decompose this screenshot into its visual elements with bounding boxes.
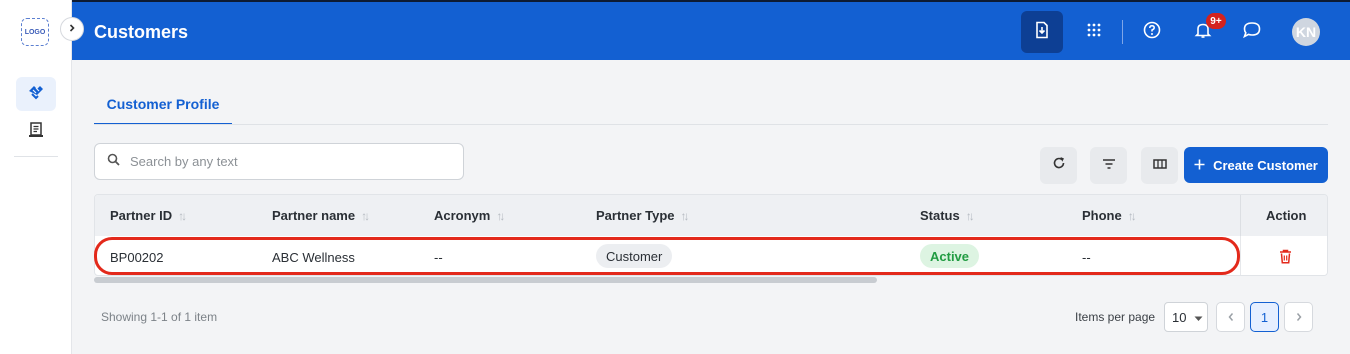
column-label: Partner Type bbox=[596, 208, 675, 223]
filter-button[interactable] bbox=[1090, 147, 1127, 184]
sidebar-item-customers[interactable] bbox=[16, 77, 56, 111]
column-header-acronym[interactable]: Acronym ↑↓ bbox=[434, 208, 505, 223]
column-header-partner-name[interactable]: Partner name ↑↓ bbox=[272, 208, 370, 223]
horizontal-scrollbar[interactable] bbox=[94, 277, 877, 283]
sort-icon[interactable]: ↑↓ bbox=[496, 209, 505, 223]
filter-icon bbox=[1102, 157, 1116, 175]
pagination-summary: Showing 1-1 of 1 item bbox=[101, 310, 218, 324]
cell-acronym: -- bbox=[434, 250, 443, 265]
sidebar-item-invoices[interactable] bbox=[16, 115, 56, 149]
columns-icon bbox=[1152, 157, 1167, 175]
sort-icon[interactable]: ↑↓ bbox=[681, 209, 690, 223]
page-title: Customers bbox=[94, 22, 189, 42]
sidebar-divider bbox=[14, 156, 58, 157]
column-header-partner-id[interactable]: Partner ID ↑↓ bbox=[110, 208, 187, 223]
chat-bubble-icon bbox=[1242, 21, 1262, 44]
customer-table: Partner ID ↑↓ Partner name ↑↓ Acronym ↑↓ Pa… bbox=[94, 194, 1328, 276]
refresh-button[interactable] bbox=[1040, 147, 1077, 184]
sidebar: LOGO bbox=[0, 0, 72, 354]
column-header-partner-type[interactable]: Partner Type ↑↓ bbox=[596, 208, 690, 223]
cell-partner-id: BP00202 bbox=[110, 250, 164, 265]
header-divider bbox=[1122, 20, 1123, 44]
action-column-header: Action bbox=[1240, 195, 1327, 236]
column-header-action: Action bbox=[1266, 208, 1307, 223]
sidebar-toggle-button[interactable] bbox=[60, 17, 84, 41]
handshake-icon bbox=[27, 83, 45, 106]
notifications-button[interactable]: 9+ bbox=[1182, 11, 1226, 53]
tab-customer-profile[interactable]: Customer Profile bbox=[94, 90, 232, 125]
page-button-current[interactable]: 1 bbox=[1250, 302, 1279, 332]
columns-button[interactable] bbox=[1141, 147, 1178, 184]
sort-icon[interactable]: ↑↓ bbox=[966, 209, 975, 223]
plus-icon bbox=[1194, 158, 1205, 173]
sort-icon[interactable]: ↑↓ bbox=[178, 209, 187, 223]
top-header: Customers 9+ KN bbox=[72, 0, 1350, 60]
delete-icon[interactable] bbox=[1279, 249, 1292, 269]
create-customer-label: Create Customer bbox=[1213, 157, 1318, 173]
column-label: Phone bbox=[1082, 208, 1122, 223]
download-file-icon bbox=[1033, 21, 1051, 44]
caret-down-icon bbox=[1194, 310, 1203, 325]
column-header-phone[interactable]: Phone ↑↓ bbox=[1082, 208, 1137, 223]
app-logo: LOGO bbox=[21, 18, 49, 46]
column-header-status[interactable]: Status ↑↓ bbox=[920, 208, 975, 223]
search-box[interactable] bbox=[94, 143, 464, 180]
items-per-page-select[interactable]: 10 bbox=[1164, 302, 1208, 332]
apps-button[interactable] bbox=[1073, 11, 1115, 53]
action-cell bbox=[1240, 236, 1327, 275]
column-label: Partner name bbox=[272, 208, 356, 223]
help-icon bbox=[1143, 21, 1161, 44]
partner-type-chip: Customer bbox=[596, 244, 673, 268]
sort-icon[interactable]: ↑↓ bbox=[361, 209, 370, 223]
cell-partner-name: ABC Wellness bbox=[272, 250, 355, 265]
previous-page-button[interactable] bbox=[1216, 302, 1245, 332]
chevron-right-icon bbox=[1295, 310, 1303, 325]
chat-button[interactable] bbox=[1231, 11, 1273, 53]
next-page-button[interactable] bbox=[1284, 302, 1313, 332]
download-button[interactable] bbox=[1021, 11, 1063, 53]
search-input[interactable] bbox=[130, 154, 430, 169]
column-label: Status bbox=[920, 208, 960, 223]
column-label: Partner ID bbox=[110, 208, 173, 223]
notification-badge: 9+ bbox=[1206, 13, 1226, 29]
user-avatar[interactable]: KN bbox=[1292, 18, 1320, 46]
create-customer-button[interactable]: Create Customer bbox=[1184, 147, 1328, 183]
items-per-page-label: Items per page bbox=[1075, 310, 1156, 324]
tab-divider bbox=[94, 124, 1328, 125]
column-label: Acronym bbox=[434, 208, 491, 223]
chevron-left-icon bbox=[1227, 310, 1235, 325]
apps-grid-icon bbox=[1086, 22, 1102, 43]
refresh-icon bbox=[1052, 156, 1066, 175]
help-button[interactable] bbox=[1131, 11, 1173, 53]
status-badge: Active bbox=[920, 244, 980, 268]
invoice-icon bbox=[28, 121, 44, 144]
sort-icon[interactable]: ↑↓ bbox=[1128, 209, 1137, 223]
items-per-page-value: 10 bbox=[1172, 309, 1187, 325]
cell-phone: -- bbox=[1082, 250, 1091, 265]
chevron-right-icon bbox=[67, 20, 77, 38]
search-icon bbox=[107, 153, 120, 171]
